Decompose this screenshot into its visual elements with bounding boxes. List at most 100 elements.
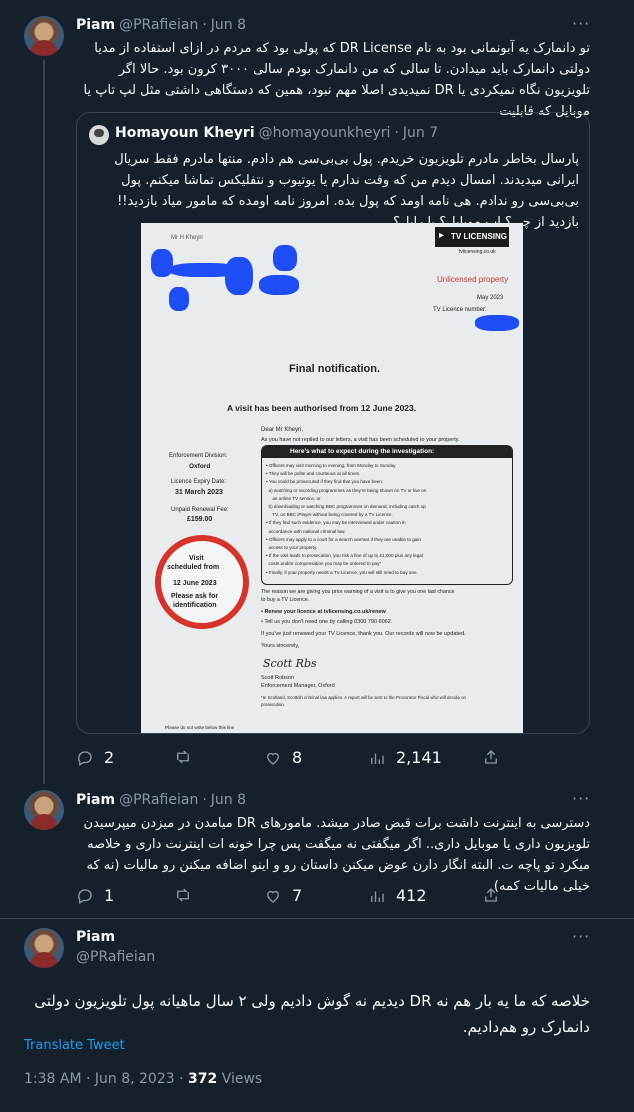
letter-footnote: *In Scotland, Scottish criminal law appl… xyxy=(261,695,466,700)
more-options-icon[interactable]: ··· xyxy=(572,789,590,808)
heart-icon xyxy=(267,890,279,903)
tweet-text: دسترسی به اینترنت داشت برات قبض صادر میش… xyxy=(83,816,590,894)
redaction-blob xyxy=(169,287,189,311)
like-count: 7 xyxy=(292,886,303,905)
share-button[interactable] xyxy=(482,748,500,766)
investigation-box-line: • If the visit leads to prosecution, you… xyxy=(266,553,423,559)
investigation-box-line: b) downloading or watching BBC programme… xyxy=(266,504,426,510)
author-handle[interactable]: @PRafieian xyxy=(76,949,155,965)
stamp-line: Please ask for xyxy=(171,593,219,600)
brand-name: TV LICENSING xyxy=(451,232,508,241)
letter-unlicensed: Unlicensed property xyxy=(437,275,509,284)
heart-icon xyxy=(267,752,279,765)
tweet-date[interactable]: Jun 8 xyxy=(211,792,246,808)
investigation-box-title: Here's what to expect during the investi… xyxy=(290,448,435,455)
avatar[interactable] xyxy=(24,16,64,56)
view-count: 412 xyxy=(396,886,427,905)
tweet-timestamp: 1:38 AM · Jun 8, 2023 · 372 Views xyxy=(24,1071,262,1087)
letter-reason-2: to buy a TV Licence. xyxy=(261,597,310,603)
letter-footnote-2: prosecution. xyxy=(261,702,285,707)
investigation-box: Here's what to expect during the investi… xyxy=(261,445,513,585)
tweet-date: Jun 7 xyxy=(402,125,439,141)
letter-month: May 2023 xyxy=(477,295,504,301)
share-icon xyxy=(485,888,497,902)
reply-icon xyxy=(78,888,92,904)
separator-dot: · xyxy=(202,792,207,808)
author-handle[interactable]: @PRafieian xyxy=(119,792,198,808)
share-icon xyxy=(485,750,497,764)
investigation-box-line: TV, on BBC iPlayer without being covered… xyxy=(266,512,393,518)
letter-renew: • Renew your licence at tvlicensing.co.u… xyxy=(261,609,386,615)
like-button[interactable]: 7 xyxy=(264,886,302,905)
reply-button[interactable]: 1 xyxy=(76,886,114,905)
investigation-box-line: a) watching or recording programmes as t… xyxy=(266,487,427,493)
author-handle: @homayounkheyri xyxy=(258,125,391,141)
stamp-line: scheduled from xyxy=(167,564,220,571)
views-chart-icon xyxy=(371,753,384,764)
tweet-text: خلاصه که ما یه بار هم نه DR دیدیم نه گوش… xyxy=(34,992,590,1036)
investigation-box-line: • If they find such evidence, you may be… xyxy=(266,520,406,526)
thread-line xyxy=(43,60,45,784)
divider xyxy=(0,918,634,919)
enforcement-value: Oxford xyxy=(189,463,211,470)
letter-addressee: Mr H Kheyri xyxy=(171,235,203,241)
expiry-value: 31 March 2023 xyxy=(175,489,223,496)
fee-label: Unpaid Renewal Fee: xyxy=(171,507,229,513)
tweet-header: Piam @PRafieian · Jun 8 xyxy=(76,17,246,33)
quoted-tweet-text: پارسال بخاطر مادرم تلویزیون خریدم. پول ب… xyxy=(114,152,579,230)
author-name[interactable]: Piam xyxy=(76,929,115,945)
investigation-box-line: • Officers may visit morning to evening,… xyxy=(266,463,397,468)
expiry-label: Licence Expiry Date: xyxy=(171,479,227,485)
letter-signer: Scott Robson xyxy=(261,675,295,681)
retweet-button[interactable] xyxy=(174,748,202,766)
translate-tweet-link[interactable]: Translate Tweet xyxy=(24,1038,125,1053)
tweet-text: تو دانمارک یه آبونمانی بود به نام DR Lic… xyxy=(83,41,590,119)
investigation-box-line: costs and/or compensation you may be ord… xyxy=(266,561,382,567)
avatar[interactable] xyxy=(24,928,64,968)
letter-bottom-note: Please do not write below this line xyxy=(165,725,235,730)
quoted-tweet-header: Homayoun Kheyri @homayounkheyri · Jun 7 xyxy=(115,125,438,141)
visit-stamp: Visit scheduled from 12 June 2023 Please… xyxy=(155,535,249,629)
like-button[interactable]: 8 xyxy=(264,748,302,767)
quoted-tweet[interactable]: Homayoun Kheyri @homayounkheyri · Jun 7 … xyxy=(76,112,590,734)
stamp-line: Visit xyxy=(189,555,204,562)
views-chart-icon xyxy=(371,891,384,902)
fee-value: £159.00 xyxy=(187,516,213,523)
investigation-box-list: • Officers may visit morning to evening,… xyxy=(266,462,512,577)
letter-greeting: Dear Mr Kheyri, xyxy=(261,427,304,433)
more-options-icon[interactable]: ··· xyxy=(572,927,590,946)
author-name[interactable]: Piam xyxy=(76,17,115,33)
view-count: 2,141 xyxy=(396,748,442,767)
reply-count: 1 xyxy=(104,886,115,905)
tweet-date[interactable]: Jun 8 xyxy=(211,17,246,33)
author-name[interactable]: Piam xyxy=(76,792,115,808)
investigation-box-line: an online TV service, or xyxy=(266,495,321,501)
stamp-line: 12 June 2023 xyxy=(173,580,217,587)
author-name: Homayoun Kheyri xyxy=(115,125,255,141)
enforcement-label: Enforcement Division: xyxy=(169,453,228,459)
views-button[interactable]: 412 xyxy=(368,886,427,905)
stamp-line: identification xyxy=(173,602,217,609)
letter-website: tvlicensing.co.uk xyxy=(459,249,496,255)
reply-button[interactable]: 2 xyxy=(76,748,114,767)
avatar[interactable] xyxy=(24,790,64,830)
tweet-header: Piam @PRafieian · Jun 8 xyxy=(76,792,246,808)
letter-just-renewed: If you've just renewed your TV Licence, … xyxy=(261,631,466,637)
retweet-button[interactable] xyxy=(174,886,202,904)
views-button[interactable]: 2,141 xyxy=(368,748,442,767)
retweet-icon xyxy=(177,888,189,902)
investigation-box-line: • You could be prosecuted if they find t… xyxy=(266,479,384,485)
tweet-time[interactable]: 1:38 AM · Jun 8, 2023 · xyxy=(24,1071,188,1087)
share-button[interactable] xyxy=(482,886,500,904)
tv-licence-letter-image[interactable]: Mr H Kheyri TV LICENSING ▸ tvlicensing.c… xyxy=(141,223,523,733)
investigation-box-line: • They will be polite and courteous at a… xyxy=(266,471,361,477)
author-handle[interactable]: @PRafieian xyxy=(119,17,198,33)
redaction-blob xyxy=(273,245,297,271)
more-options-icon[interactable]: ··· xyxy=(572,14,590,33)
tv-licensing-logo: TV LICENSING ▸ xyxy=(435,227,509,247)
investigation-box-line: • Finally, if your property needs a TV L… xyxy=(266,569,418,575)
letter-signer-title: Enforcement Manager, Oxford xyxy=(261,683,335,689)
letter-reason: The reason we are giving you prior warni… xyxy=(261,589,455,595)
separator-dot: · xyxy=(394,125,399,141)
reply-count: 2 xyxy=(104,748,115,767)
